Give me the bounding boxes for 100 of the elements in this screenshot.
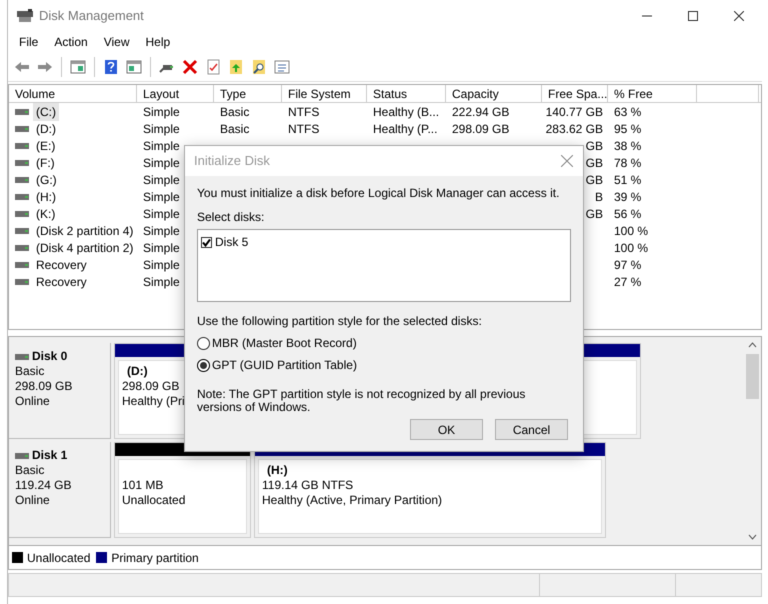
table-cell-text: Simple	[143, 206, 180, 222]
drive-icon	[15, 194, 29, 200]
column-header[interactable]: Status	[367, 85, 446, 102]
menu-item[interactable]: File	[11, 33, 46, 51]
table-cell-text: Simple	[143, 256, 180, 274]
table-cell-text: Simple	[143, 188, 180, 206]
menu-item[interactable]: Action	[46, 33, 96, 51]
table-cell-text: 38 %	[614, 138, 642, 154]
drive-icon	[15, 228, 29, 234]
drive-icon	[15, 160, 29, 166]
partition-size: 119.14 GB NTFS	[262, 478, 354, 493]
partition[interactable]: 101 MB Unallocated	[114, 442, 251, 538]
close-icon	[561, 155, 573, 167]
partition-status: Healthy (Pri	[122, 394, 185, 409]
disk-label-panel[interactable]: Disk 0 Basic 298.09 GB Online	[9, 343, 111, 439]
checkbox-label[interactable]: Disk 5	[215, 233, 248, 251]
menu-item[interactable]: Help	[138, 33, 178, 51]
checkmark-icon	[202, 238, 211, 246]
table-cell-text: Simple	[143, 274, 180, 290]
table-cell-text: Healthy (B...	[373, 104, 440, 120]
disk-name: Disk 1	[32, 448, 68, 463]
column-header[interactable]: Layout	[137, 85, 214, 102]
table-cell[interactable]: Recovery	[33, 256, 90, 274]
disk-size: 119.24 GB	[15, 478, 72, 493]
table-cell-text: 56 %	[614, 206, 642, 222]
column-header[interactable]: Type	[214, 85, 282, 102]
menu-item[interactable]: View	[96, 33, 138, 51]
table-cell[interactable]: (D:)	[33, 120, 59, 138]
disk-label-panel[interactable]: Disk 1 Basic 119.24 GB Online	[9, 442, 111, 538]
radio-button[interactable]	[197, 358, 210, 372]
dialog-title: Initialize Disk	[194, 152, 270, 170]
table-cell-text: Simple	[143, 222, 180, 240]
scroll-down-icon[interactable]	[748, 534, 757, 540]
table-cell-text: 95 %	[614, 120, 642, 138]
table-cell[interactable]: (E:)	[33, 136, 58, 154]
drive-icon	[15, 354, 29, 360]
close-icon	[734, 11, 744, 21]
disk-state: Online	[15, 394, 51, 409]
drive-icon	[15, 176, 29, 182]
table-cell-text: Simple	[143, 240, 180, 256]
table-cell-text: 222.94 GB	[452, 104, 510, 120]
checkbox[interactable]	[201, 236, 212, 248]
table-cell-text: Basic	[220, 120, 250, 138]
table-cell-text: Simple	[143, 172, 180, 188]
column-header[interactable]: % Free	[608, 85, 697, 102]
radio-label[interactable]: MBR (Master Boot Record)	[212, 334, 357, 352]
legend-label: Unallocated	[27, 550, 90, 566]
table-cell[interactable]: (K:)	[33, 204, 58, 222]
table-cell-text: 97 %	[614, 256, 642, 274]
table-cell[interactable]: (F:)	[33, 154, 58, 172]
table-cell-text: Basic	[220, 104, 250, 120]
table-cell-text: Simple	[143, 138, 180, 154]
table-cell-text: GB	[586, 172, 603, 188]
maximize-icon	[688, 11, 698, 21]
table-cell-text: Simple	[143, 154, 180, 172]
partition-status: Healthy (Active, Primary Partition)	[262, 493, 442, 508]
table-cell-text: Simple	[143, 120, 180, 138]
table-cell[interactable]: (C:)	[33, 102, 59, 120]
disk-state: Online	[15, 493, 51, 508]
drive-icon	[15, 210, 29, 216]
table-cell[interactable]: (Disk 4 partition 2)	[33, 238, 136, 256]
table-cell-text: 140.77 GB	[546, 104, 603, 120]
partition-label: (D:)	[127, 364, 148, 379]
dialog-message: You must initialize a disk before Logical Disk Manager can access it.	[197, 185, 560, 202]
table-cell-text: 27 %	[614, 274, 642, 290]
drive-icon	[15, 244, 29, 250]
partition-style-label: Use the following partition style for the selected disks:	[197, 313, 483, 330]
window-title: Disk Management	[39, 7, 144, 26]
partition-status: Unallocated	[122, 493, 186, 508]
close-button[interactable]	[559, 153, 575, 169]
table-cell[interactable]: Recovery	[33, 272, 90, 290]
scroll-up-icon[interactable]	[748, 342, 757, 348]
column-header[interactable]: Capacity	[446, 85, 542, 102]
table-cell-text: 78 %	[614, 154, 642, 172]
table-cell-text: Healthy (P...	[373, 120, 438, 138]
partition-size: 101 MB	[122, 478, 164, 493]
drive-icon	[15, 142, 29, 148]
column-header[interactable]: Free Spa...	[542, 85, 608, 102]
partition-size: 298.09 GB	[122, 379, 180, 394]
dialog-button[interactable]: Cancel	[495, 419, 568, 440]
drive-icon	[15, 126, 29, 132]
table-cell-text: 283.62 GB	[546, 120, 603, 138]
column-header[interactable]: Volume	[9, 85, 137, 102]
drive-icon	[15, 278, 29, 284]
scroll-thumb[interactable]	[746, 354, 759, 399]
table-cell[interactable]: (G:)	[33, 170, 60, 188]
table-cell-text: Simple	[143, 104, 180, 120]
partition[interactable]: (H:) 119.14 GB NTFS Healthy (Active, Primary Partition)	[254, 442, 606, 538]
table-cell[interactable]: (H:)	[33, 188, 59, 206]
radio-label[interactable]: GPT (GUID Partition Table)	[212, 356, 357, 374]
drive-icon	[15, 262, 29, 268]
dialog-note: Note: The GPT partition style is not recognized by all previous versions of Windows.	[197, 388, 526, 414]
drive-icon	[15, 452, 29, 458]
table-cell-text: 298.09 GB	[452, 120, 510, 138]
table-cell-text: NTFS	[288, 104, 320, 120]
radio-button[interactable]	[197, 336, 210, 350]
table-cell-text: GB	[586, 206, 603, 222]
column-header[interactable]: File System	[282, 85, 367, 102]
table-cell[interactable]: (Disk 2 partition 4)	[33, 222, 136, 240]
dialog-button[interactable]: OK	[410, 419, 483, 440]
